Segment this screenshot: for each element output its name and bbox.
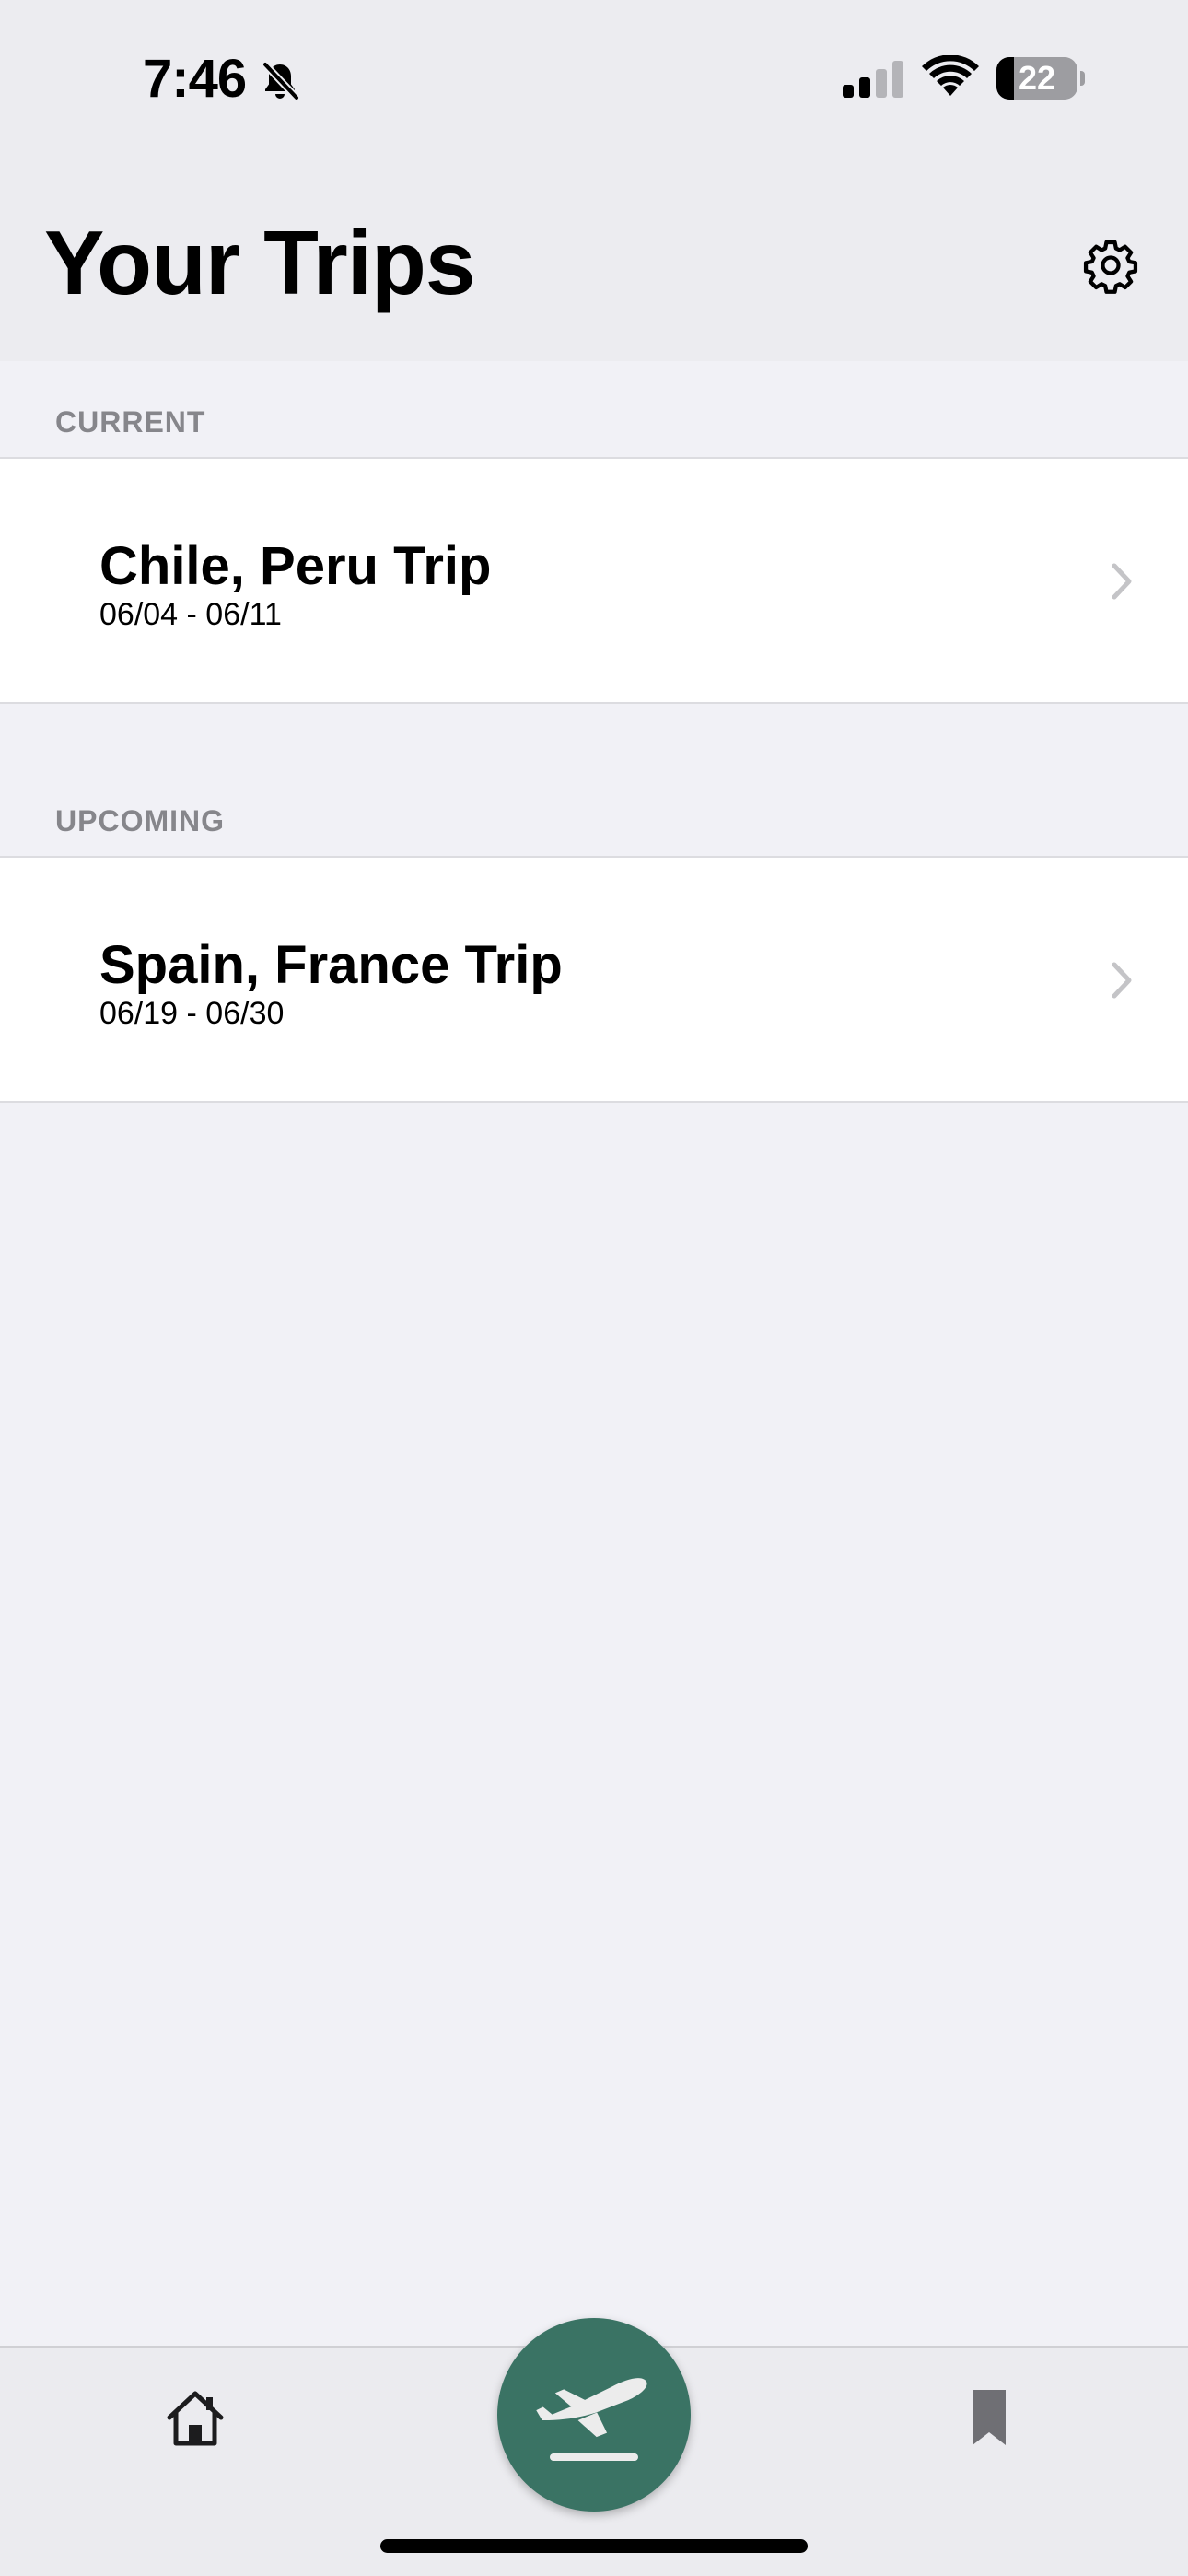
trip-row[interactable]: Chile, Peru Trip 06/04 - 06/11	[0, 457, 1188, 704]
wifi-icon	[922, 55, 979, 96]
bookmark-icon	[973, 2390, 1006, 2445]
battery-level: 22	[1018, 59, 1056, 97]
navigation-header: 7:46 22 Your Trips	[0, 0, 1188, 361]
battery-icon: 22	[996, 57, 1085, 101]
section-header-current: CURRENT	[55, 405, 206, 439]
cellular-signal-icon	[843, 61, 903, 98]
airplane-departure-icon	[536, 2378, 647, 2461]
house-icon	[167, 2391, 224, 2446]
section-header-upcoming: UPCOMING	[55, 804, 225, 837]
trip-row[interactable]: Spain, France Trip 06/19 - 06/30	[0, 856, 1188, 1103]
home-indicator[interactable]	[380, 2539, 808, 2553]
chevron-right-icon	[1112, 563, 1132, 600]
tab-home[interactable]	[157, 2379, 234, 2456]
status-time: 7:46	[143, 49, 247, 109]
tab-bookmarks[interactable]	[950, 2379, 1028, 2456]
trip-name: Chile, Peru Trip	[99, 536, 492, 596]
chevron-right-icon	[1112, 962, 1132, 999]
page-title: Your Trips	[44, 212, 475, 313]
settings-button[interactable]	[1077, 232, 1144, 299]
gear-icon	[1083, 240, 1138, 294]
trip-dates: 06/04 - 06/11	[99, 597, 282, 632]
bell-slash-icon	[262, 62, 299, 100]
trip-dates: 06/19 - 06/30	[99, 996, 285, 1031]
trip-name: Spain, France Trip	[99, 935, 563, 995]
add-trip-button[interactable]	[497, 2318, 691, 2512]
